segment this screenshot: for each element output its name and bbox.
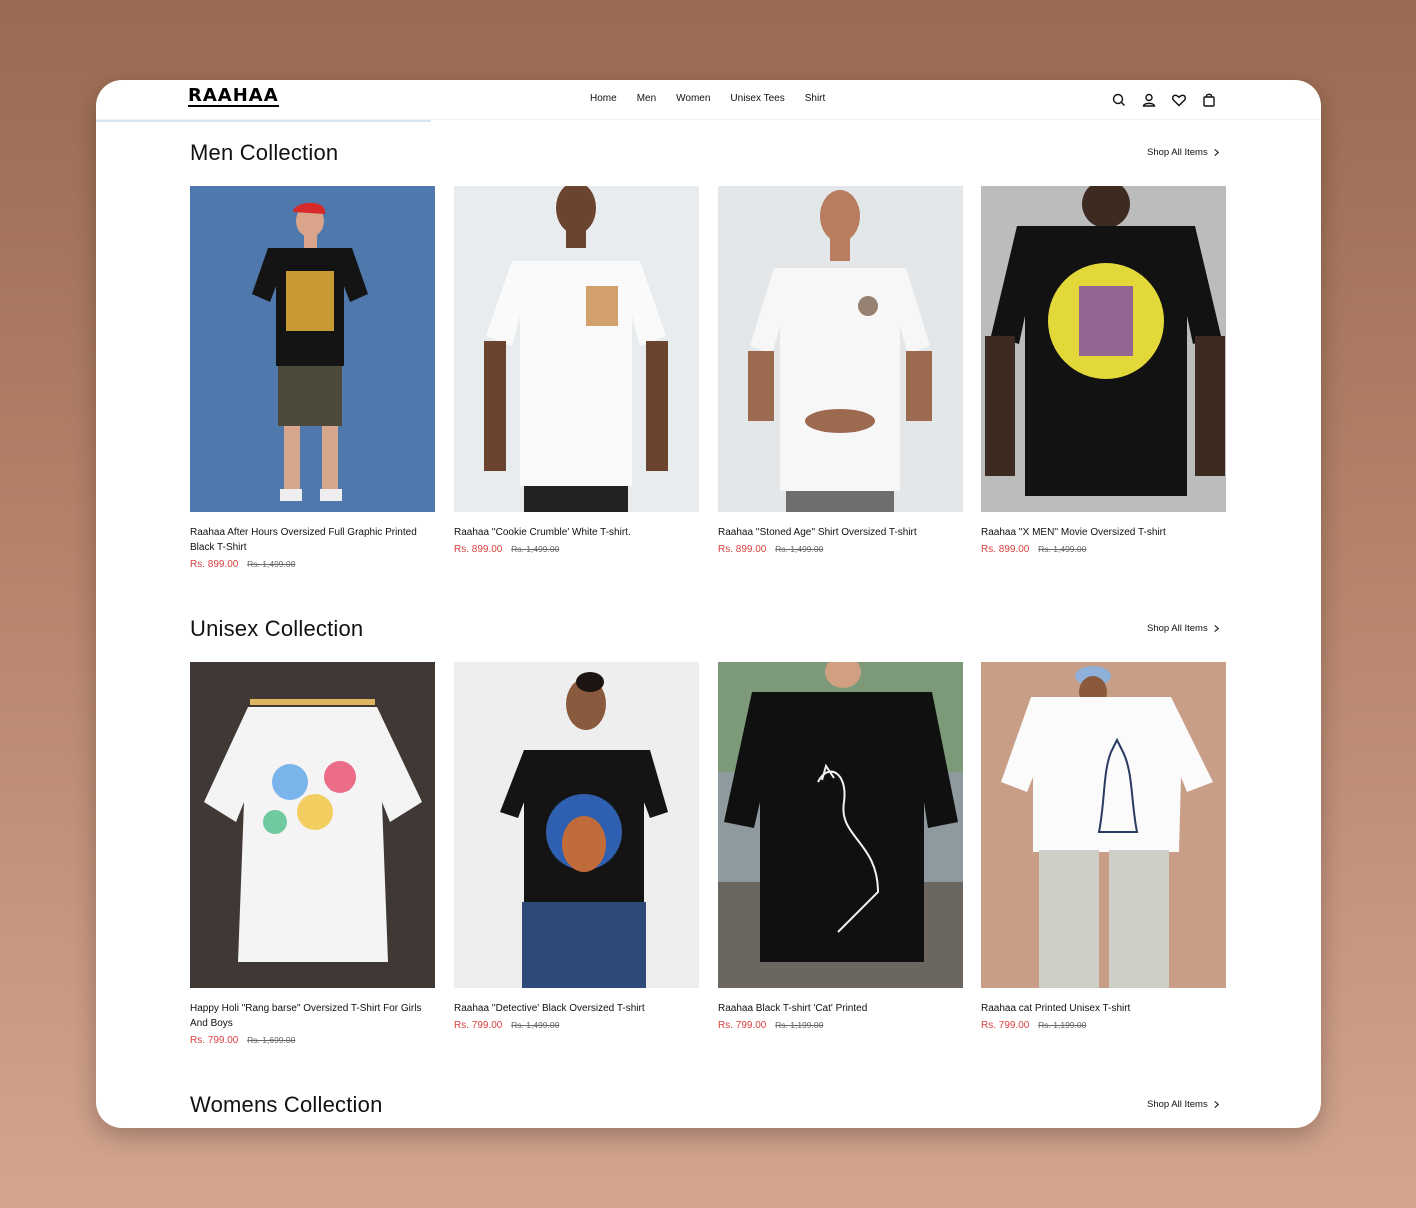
product-price: Rs. 899.00 Rs. 1,499.00 — [981, 544, 1226, 555]
product-price: Rs. 899.00 Rs. 1,499.00 — [190, 559, 435, 570]
sale-price: Rs. 799.00 — [454, 1020, 503, 1031]
model-white-tee-image — [454, 186, 699, 512]
section-title-men: Men Collection — [190, 140, 339, 165]
compare-price: Rs. 1,499.00 — [247, 559, 296, 569]
bag-icon[interactable] — [1200, 91, 1218, 109]
product-card[interactable]: Raahaa cat Printed Unisex T-shirt Rs. 79… — [981, 662, 1226, 1031]
sale-price: Rs. 899.00 — [718, 544, 767, 555]
model-back-graphic-tee-image — [981, 186, 1226, 512]
shop-all-label: Shop All Items — [1147, 147, 1208, 158]
compare-price: Rs. 1,199.00 — [1038, 1020, 1087, 1030]
compare-price: Rs. 1,199.00 — [775, 1020, 824, 1030]
shop-all-womens-link[interactable]: Shop All Items — [1147, 1099, 1221, 1110]
heart-icon[interactable] — [1170, 91, 1188, 109]
product-name[interactable]: Happy Holi "Rang barse" Oversized T-Shir… — [190, 1001, 435, 1031]
product-image[interactable] — [981, 662, 1226, 988]
product-image[interactable] — [190, 186, 435, 512]
chevron-right-icon — [1214, 148, 1219, 157]
product-name[interactable]: Raahaa ''X MEN'' Movie Oversized T-shirt — [981, 525, 1226, 540]
compare-price: Rs. 1,499.00 — [511, 544, 560, 554]
shop-all-label: Shop All Items — [1147, 1099, 1208, 1110]
shop-all-men-link[interactable]: Shop All Items — [1147, 147, 1221, 158]
product-image[interactable] — [190, 662, 435, 988]
product-name[interactable]: Raahaa After Hours Oversized Full Graphi… — [190, 525, 435, 555]
nav-item-unisex-tees[interactable]: Unisex Tees — [730, 93, 784, 104]
browser-window: RAAHAA Home Men Women Unisex Tees Shirt … — [96, 80, 1321, 1128]
compare-price: Rs. 1,499.00 — [511, 1020, 560, 1030]
shop-all-unisex-link[interactable]: Shop All Items — [1147, 623, 1221, 634]
product-price: Rs. 799.00 Rs. 1,699.00 — [190, 1035, 435, 1046]
chevron-right-icon — [1214, 1100, 1219, 1109]
model-white-tee-image — [718, 186, 963, 512]
product-name[interactable]: Raahaa Black T-shirt 'Cat' Printed — [718, 1001, 963, 1016]
header-actions — [1110, 91, 1218, 109]
model-graphic-tee-image — [190, 186, 435, 512]
model-white-cat-tee-image — [981, 662, 1226, 988]
product-name[interactable]: Raahaa cat Printed Unisex T-shirt — [981, 1001, 1226, 1016]
product-name[interactable]: Raahaa ''Cookie Crumble' White T-shirt. — [454, 525, 699, 540]
nav-item-shirt[interactable]: Shirt — [805, 93, 826, 104]
sale-price: Rs. 899.00 — [981, 544, 1030, 555]
nav-item-home[interactable]: Home — [590, 93, 617, 104]
nav-item-women[interactable]: Women — [676, 93, 710, 104]
shop-all-label: Shop All Items — [1147, 623, 1208, 634]
product-card[interactable]: Raahaa ''X MEN'' Movie Oversized T-shirt… — [981, 186, 1226, 555]
product-name[interactable]: Raahaa ''Stoned Age'' Shirt Oversized T-… — [718, 525, 963, 540]
sale-price: Rs. 799.00 — [718, 1020, 767, 1031]
sale-price: Rs. 799.00 — [190, 1035, 239, 1046]
user-icon[interactable] — [1140, 91, 1158, 109]
section-title-womens: Womens Collection — [190, 1092, 383, 1117]
product-name[interactable]: Raahaa ''Detective' Black Oversized T-sh… — [454, 1001, 699, 1016]
product-price: Rs. 799.00 Rs. 1,199.00 — [718, 1020, 963, 1031]
product-price: Rs. 799.00 Rs. 1,199.00 — [981, 1020, 1226, 1031]
product-card[interactable]: Raahaa Black T-shirt 'Cat' Printed Rs. 7… — [718, 662, 963, 1031]
chevron-right-icon — [1214, 624, 1219, 633]
product-price: Rs. 899.00 Rs. 1,499.00 — [718, 544, 963, 555]
model-cat-black-tee-image — [718, 662, 963, 988]
sale-price: Rs. 799.00 — [981, 1020, 1030, 1031]
product-image[interactable] — [454, 186, 699, 512]
main-nav: Home Men Women Unisex Tees Shirt — [590, 93, 825, 104]
product-image[interactable] — [718, 186, 963, 512]
product-card[interactable]: Raahaa After Hours Oversized Full Graphi… — [190, 186, 435, 570]
product-card[interactable]: Raahaa ''Cookie Crumble' White T-shirt. … — [454, 186, 699, 555]
model-black-tee-image — [454, 662, 699, 988]
sale-price: Rs. 899.00 — [454, 544, 503, 555]
product-image[interactable] — [981, 186, 1226, 512]
product-card[interactable]: Happy Holi "Rang barse" Oversized T-Shir… — [190, 662, 435, 1046]
nav-item-men[interactable]: Men — [637, 93, 656, 104]
compare-price: Rs. 1,499.00 — [1038, 544, 1087, 554]
product-price: Rs. 899.00 Rs. 1,499.00 — [454, 544, 699, 555]
site-header: RAAHAA Home Men Women Unisex Tees Shirt — [96, 80, 1321, 120]
product-card[interactable]: Raahaa ''Stoned Age'' Shirt Oversized T-… — [718, 186, 963, 555]
hanging-white-tee-image — [190, 662, 435, 988]
product-card[interactable]: Raahaa ''Detective' Black Oversized T-sh… — [454, 662, 699, 1031]
product-image[interactable] — [454, 662, 699, 988]
product-image[interactable] — [718, 662, 963, 988]
search-icon[interactable] — [1110, 91, 1128, 109]
product-price: Rs. 799.00 Rs. 1,499.00 — [454, 1020, 699, 1031]
section-title-unisex: Unisex Collection — [190, 616, 364, 641]
brand-logo[interactable]: RAAHAA — [188, 87, 279, 107]
compare-price: Rs. 1,499.00 — [775, 544, 824, 554]
compare-price: Rs. 1,699.00 — [247, 1035, 296, 1045]
sale-price: Rs. 899.00 — [190, 559, 239, 570]
scroll-progress-bar — [96, 120, 431, 122]
